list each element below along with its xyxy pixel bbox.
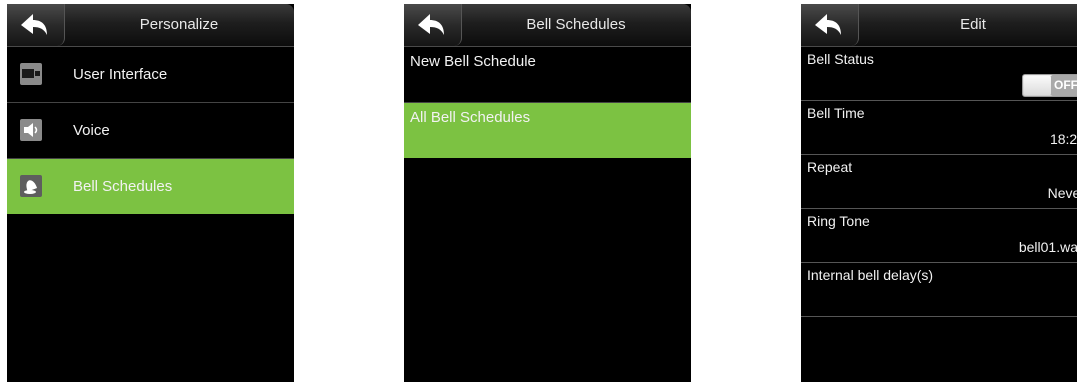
toggle-state: OFF bbox=[1051, 75, 1077, 96]
page-title: Bell Schedules bbox=[526, 16, 626, 33]
back-button[interactable] bbox=[404, 4, 462, 46]
setting-ring-tone[interactable]: Ring Tone bell01.wav bbox=[801, 209, 1077, 263]
title-bar: Bell Schedules bbox=[404, 4, 691, 47]
menu-item-all-bell-schedules[interactable]: All Bell Schedules bbox=[404, 103, 691, 158]
setting-label: Ring Tone bbox=[807, 213, 870, 229]
bell-status-toggle[interactable]: OFF bbox=[1022, 74, 1077, 97]
menu-item-label: Voice bbox=[73, 122, 110, 139]
page-title: Personalize bbox=[139, 16, 219, 33]
bell-icon bbox=[20, 175, 42, 197]
back-arrow-icon bbox=[815, 14, 841, 35]
menu-item-new-bell-schedule[interactable]: New Bell Schedule bbox=[404, 47, 691, 103]
back-button[interactable] bbox=[7, 4, 65, 46]
setting-value: bell01.wav bbox=[1018, 239, 1077, 255]
setting-label: Internal bell delay(s) bbox=[807, 267, 934, 283]
back-button[interactable] bbox=[801, 4, 859, 46]
bell-schedules-screen: Bell Schedules New Bell Schedule All Bel… bbox=[404, 4, 691, 382]
setting-label: Bell Time bbox=[807, 105, 865, 121]
menu-item-label: New Bell Schedule bbox=[410, 53, 536, 70]
toggle-knob bbox=[1024, 76, 1052, 95]
setting-repeat[interactable]: Repeat Never bbox=[801, 155, 1077, 209]
setting-internal-bell-delay[interactable]: Internal bell delay(s) 5 bbox=[801, 263, 1077, 317]
setting-bell-status: Bell Status OFF bbox=[801, 47, 1077, 101]
setting-bell-time[interactable]: Bell Time 18:27 bbox=[801, 101, 1077, 155]
personalize-screen: Personalize User Interface Voice Bell Sc… bbox=[7, 4, 294, 382]
back-arrow-icon bbox=[21, 14, 47, 35]
back-arrow-icon bbox=[418, 14, 444, 35]
menu-item-bell-schedules[interactable]: Bell Schedules bbox=[7, 159, 294, 214]
monitor-icon bbox=[20, 63, 42, 85]
setting-value: Never bbox=[1047, 185, 1077, 201]
menu-item-label: Bell Schedules bbox=[73, 178, 173, 195]
setting-label: Repeat bbox=[807, 159, 853, 175]
menu-item-voice[interactable]: Voice bbox=[7, 103, 294, 159]
edit-screen: Edit Bell Status OFF Bell Time 18:27 Rep… bbox=[801, 4, 1077, 382]
speaker-icon bbox=[20, 119, 42, 141]
menu-item-label: User Interface bbox=[73, 66, 168, 83]
title-bar: Personalize bbox=[7, 4, 294, 47]
setting-value: 18:27 bbox=[1049, 131, 1077, 147]
setting-label: Bell Status bbox=[807, 51, 874, 67]
page-title: Edit bbox=[960, 16, 986, 33]
menu-item-user-interface[interactable]: User Interface bbox=[7, 47, 294, 103]
title-bar: Edit bbox=[801, 4, 1077, 47]
menu-item-label: All Bell Schedules bbox=[410, 109, 531, 126]
